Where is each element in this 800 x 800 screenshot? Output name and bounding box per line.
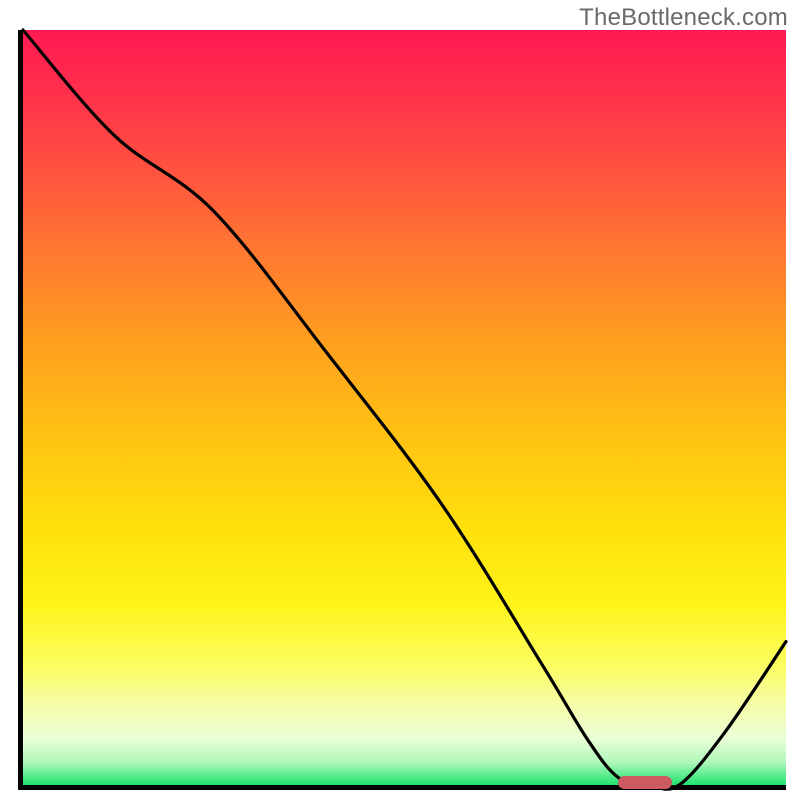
- plot-area: [18, 30, 786, 790]
- bottleneck-curve-path: [23, 30, 786, 789]
- chart-container: TheBottleneck.com: [0, 0, 800, 800]
- bottleneck-marker: [618, 776, 671, 789]
- curve-svg: [23, 30, 786, 785]
- watermark-text: TheBottleneck.com: [579, 4, 788, 32]
